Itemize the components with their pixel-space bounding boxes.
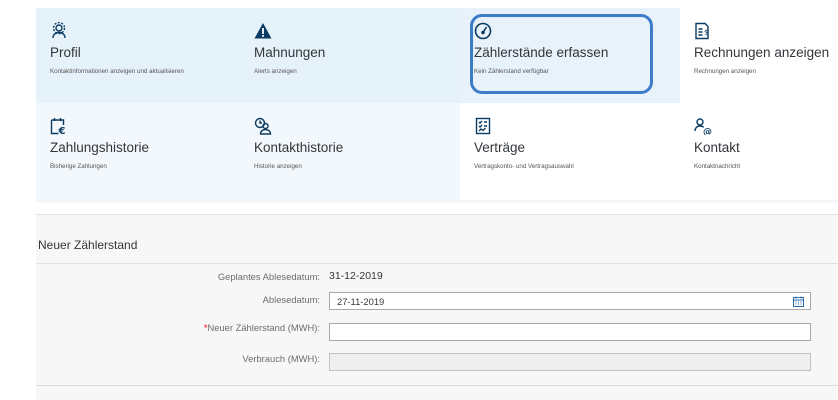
new-reading-label-text: Neuer Zählerstand (MWH): (207, 322, 320, 333)
panel-title: Neuer Zählerstand (38, 238, 138, 252)
tile-zahlungshistorie[interactable]: € Zahlungshistorie Bisherige Zahlungen (36, 103, 240, 200)
tile-title: Kontakthistorie (254, 140, 344, 155)
planned-date-value: 31-12-2019 (329, 270, 383, 282)
reading-date-value: 27-11-2019 (337, 296, 385, 307)
meter-gauge-icon (474, 22, 492, 40)
payment-calendar-icon: € (50, 117, 68, 135)
tile-vertraege[interactable]: Verträge Vertragskonto- und Vertragsausw… (460, 103, 680, 200)
tile-title: Mahnungen (254, 45, 326, 60)
tile-title: Zählerstände erfassen (474, 45, 609, 60)
warning-icon (254, 22, 272, 40)
tile-subtitle: Alerts anzeigen (254, 68, 297, 75)
tile-zaehlerstaende-erfassen[interactable]: Zählerstände erfassen Kein Zählerstand v… (460, 8, 680, 103)
planned-date-label: Geplantes Ablesedatum: (217, 271, 320, 282)
reading-date-field[interactable]: 27-11-2019 (329, 292, 811, 310)
tile-kontakthistorie[interactable]: Kontakthistorie Historie anzeigen (240, 103, 460, 200)
reading-date-label: Ablesedatum: (262, 294, 320, 305)
tiles-shadow (36, 200, 838, 204)
meter-reading-panel: Neuer Zählerstand Geplantes Ablesedatum:… (36, 214, 838, 400)
consumption-label: Verbrauch (MWH): (242, 353, 320, 364)
tile-subtitle: Kontaktinformationen anzeigen und aktual… (50, 68, 184, 75)
tile-title: Profil (50, 45, 81, 60)
launchpad-tiles: Profil Kontaktinformationen anzeigen und… (36, 8, 838, 200)
svg-text:$: $ (704, 29, 708, 37)
tile-kontakt[interactable]: @ Kontakt Kontaktnachricht (680, 103, 838, 200)
tile-subtitle: Kein Zählerstand verfügbar (474, 68, 549, 75)
tile-title: Kontakt (694, 140, 740, 155)
calendar-icon[interactable] (793, 296, 804, 307)
tile-subtitle: Kontaktnachricht (694, 163, 741, 170)
tile-subtitle: Historie anzeigen (254, 163, 302, 170)
contact-at-icon: @ (694, 117, 712, 135)
tile-title: Verträge (474, 140, 526, 155)
consumption-field (329, 353, 811, 371)
divider (36, 263, 838, 264)
tile-rechnungen-anzeigen[interactable]: $ Rechnungen anzeigen Rechnungen anzeige… (680, 8, 838, 103)
profile-settings-icon (50, 22, 68, 40)
tile-mahnungen[interactable]: Mahnungen Alerts anzeigen (240, 8, 460, 103)
contact-history-icon (254, 117, 272, 135)
new-reading-input[interactable] (329, 323, 811, 341)
divider-bottom (36, 385, 838, 386)
tile-subtitle: Rechnungen anzeigen (694, 68, 756, 75)
svg-text:@: @ (703, 128, 712, 136)
invoice-icon: $ (694, 22, 712, 40)
contract-icon (474, 117, 492, 135)
new-reading-label: *Neuer Zählerstand (MWH): (120, 322, 320, 333)
tile-subtitle: Bisherige Zahlungen (50, 163, 107, 170)
tile-profil[interactable]: Profil Kontaktinformationen anzeigen und… (36, 8, 240, 103)
tile-title: Zahlungshistorie (50, 140, 150, 155)
tile-subtitle: Vertragskonto- und Vertragsauswahl (474, 163, 574, 170)
svg-text:€: € (58, 126, 66, 135)
tile-title: Rechnungen anzeigen (694, 45, 830, 60)
